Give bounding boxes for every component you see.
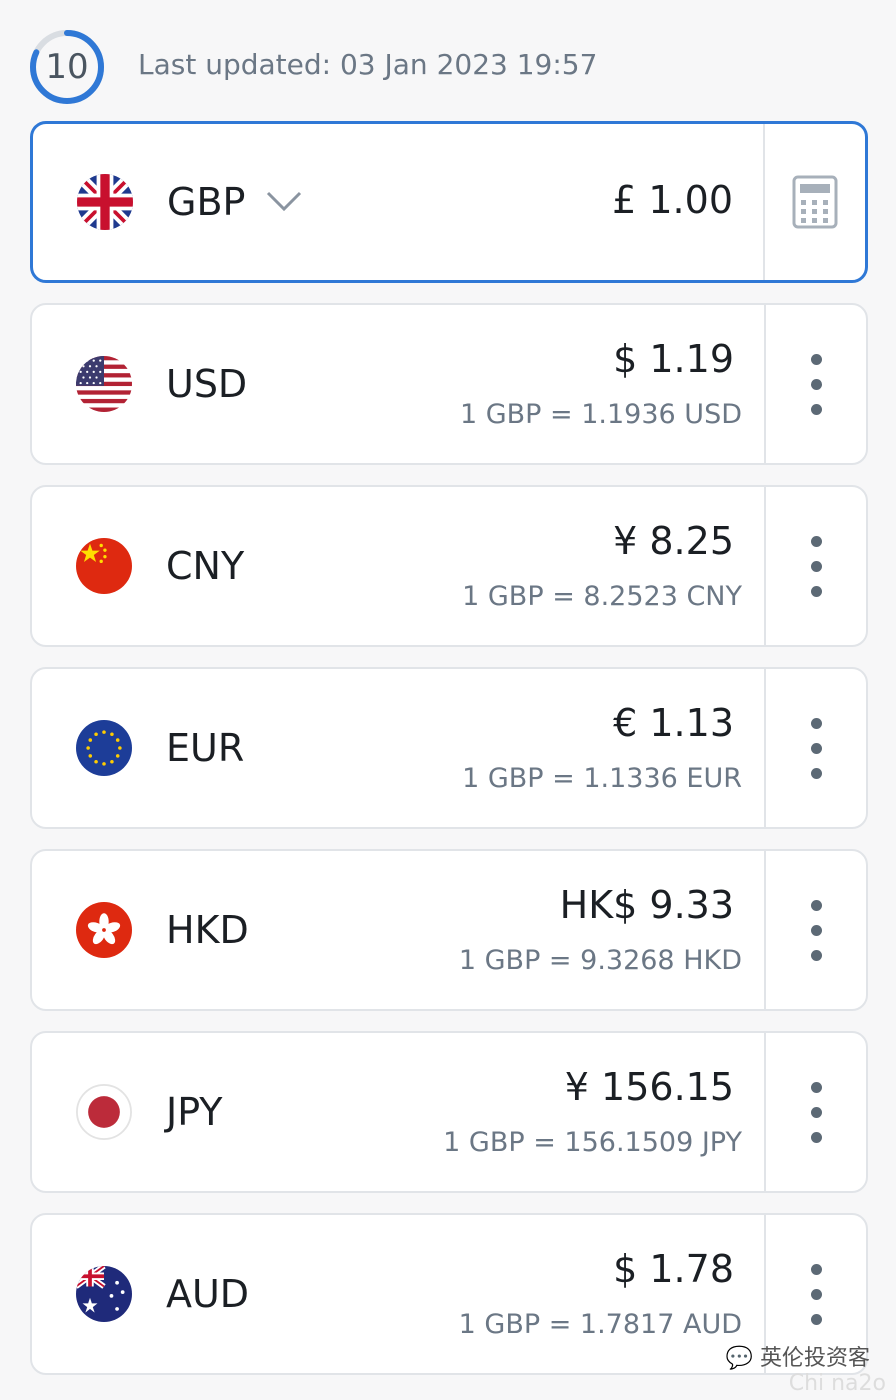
exchange-rate: 1 GBP = 8.2523 CNY [462,581,742,612]
exchange-rate: 1 GBP = 156.1509 JPY [443,1127,742,1158]
more-options-button[interactable] [766,1033,866,1191]
converted-amount: ¥ 8.25 [613,519,734,563]
currency-code: CNY [166,544,245,588]
more-options-button[interactable] [766,305,866,463]
chevron-down-icon[interactable] [265,188,303,214]
exchange-rate: 1 GBP = 9.3268 HKD [458,945,742,976]
calculator-button[interactable] [765,124,865,280]
more-vertical-icon [810,1263,822,1325]
uk-flag-icon [77,174,133,230]
more-vertical-icon [810,353,822,415]
wechat-icon: 💬 [725,1346,760,1371]
currency-row-jpy[interactable]: JPY ¥ 156.15 1 GBP = 156.1509 JPY [30,1031,868,1193]
timer-value: 10 [45,47,89,87]
watermark-subtext: Chi na2o [788,1371,886,1396]
exchange-rate: 1 GBP = 1.1336 EUR [462,763,742,794]
eu-flag-icon [76,720,132,776]
converted-amount: € 1.13 [613,701,734,745]
us-flag-icon [76,356,132,412]
converted-amount: $ 1.78 [613,1247,734,1291]
currency-code: EUR [166,726,245,770]
more-vertical-icon [810,717,822,779]
hong-kong-flag-icon [76,902,132,958]
currency-code: AUD [166,1272,250,1316]
currency-converter-screen: 10 Last updated: 03 Jan 2023 19:57 GBP £… [0,0,896,1400]
more-options-button[interactable] [766,487,866,645]
watermark-text: 英伦投资客 [759,1346,870,1371]
currency-row-hkd[interactable]: HKD HK$ 9.33 1 GBP = 9.3268 HKD [30,849,868,1011]
currency-row-cny[interactable]: CNY ¥ 8.25 1 GBP = 8.2523 CNY [30,485,868,647]
top-bar: 10 Last updated: 03 Jan 2023 19:57 [28,28,868,106]
currency-row-eur[interactable]: EUR € 1.13 1 GBP = 1.1336 EUR [30,667,868,829]
china-flag-icon [76,538,132,594]
more-options-button[interactable] [766,669,866,827]
converted-amount: $ 1.19 [613,337,734,381]
refresh-timer[interactable]: 10 [28,28,106,106]
more-vertical-icon [810,899,822,961]
japan-flag-icon [76,1084,132,1140]
exchange-rate: 1 GBP = 1.7817 AUD [458,1309,742,1340]
more-options-button[interactable] [766,851,866,1009]
australia-flag-icon [76,1266,132,1322]
more-vertical-icon [810,535,822,597]
currency-code: JPY [166,1090,223,1134]
currency-row-usd[interactable]: USD $ 1.19 1 GBP = 1.1936 USD [30,303,868,465]
exchange-rate: 1 GBP = 1.1936 USD [459,399,742,430]
base-amount[interactable]: £ 1.00 [612,178,733,222]
converted-amount: ¥ 156.15 [564,1065,734,1109]
base-currency-code[interactable]: GBP [167,180,245,224]
currency-code: HKD [166,908,249,952]
last-updated-text: Last updated: 03 Jan 2023 19:57 [138,48,598,81]
base-currency-card[interactable]: GBP £ 1.00 [30,121,868,283]
converted-amount: HK$ 9.33 [559,883,734,927]
calculator-icon [792,175,838,229]
currency-code: USD [166,362,248,406]
more-vertical-icon [810,1081,822,1143]
watermark: 💬 英伦投资客 [726,1340,870,1372]
